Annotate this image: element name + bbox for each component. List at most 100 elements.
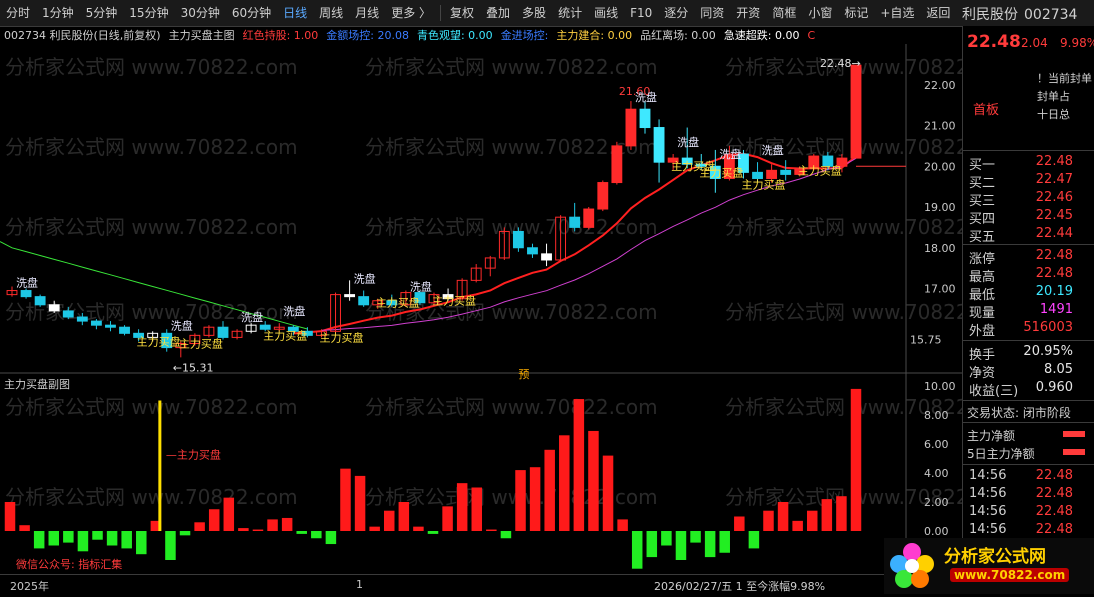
price-tick-label: 20.00: [924, 160, 956, 173]
row-label: 14:56: [969, 468, 1007, 483]
tool-button-13[interactable]: 返回: [920, 0, 956, 26]
sub-bar: [806, 510, 818, 531]
row-value: 22.46: [1035, 190, 1073, 205]
candle-body: [611, 145, 623, 184]
sub-bar: [4, 502, 16, 531]
tool-button-9[interactable]: 简框: [766, 0, 802, 26]
row-label: 买一: [969, 158, 996, 173]
candle-body: [48, 304, 60, 312]
sub-bar: [296, 531, 307, 534]
period-tab-7[interactable]: 周线: [313, 0, 349, 26]
candle: [639, 101, 651, 134]
sub-bar: [281, 517, 293, 531]
tool-button-4[interactable]: 画线: [588, 0, 624, 26]
tool-button-5[interactable]: F10: [624, 0, 658, 26]
period-tab-9[interactable]: 更多 〉: [385, 0, 437, 26]
candle-body: [583, 208, 595, 228]
tool-button-2[interactable]: 多股: [516, 0, 552, 26]
sub-tick-label: 0.00: [924, 525, 949, 538]
sub-bar: [704, 531, 716, 558]
candle-body: [62, 310, 74, 318]
watermark-text: 分析家公式网 www.70822.com: [365, 55, 658, 79]
candle-body: [217, 326, 229, 338]
sub-bar: [719, 531, 730, 553]
site-logo: 分析家公式网 www.70822.com: [884, 538, 1094, 594]
panel-divider: [963, 340, 1094, 341]
candle-body: [850, 64, 862, 159]
tool-button-3[interactable]: 统计: [552, 0, 588, 26]
period-tab-8[interactable]: 月线: [349, 0, 385, 26]
stock-code: 002734: [1024, 7, 1078, 23]
watermark-text: 分析家公式网 www.70822.com: [5, 55, 298, 79]
period-tab-3[interactable]: 15分钟: [123, 0, 174, 26]
sub-bar: [354, 475, 366, 531]
candle: [527, 243, 538, 258]
period-tab-4[interactable]: 30分钟: [175, 0, 226, 26]
sub-bar: [529, 467, 541, 531]
legend-item-1: 金额场控: 20.08: [326, 29, 409, 42]
period-tab-6[interactable]: 日线: [277, 0, 313, 26]
buy-label: 主力买盘: [376, 296, 420, 310]
wash-label: 洗盘: [171, 318, 193, 332]
tool-button-7[interactable]: 同资: [694, 0, 730, 26]
sub-bar: [427, 531, 439, 534]
row-label: 最高: [969, 270, 996, 285]
sub-bar: [661, 531, 672, 546]
row-label: 换手: [969, 348, 996, 363]
watermark-text: 分析家公式网 www.70822.com: [5, 485, 298, 509]
tool-button-12[interactable]: +自选: [874, 0, 920, 26]
sub-bar: [675, 531, 687, 560]
tool-button-11[interactable]: 标记: [838, 0, 874, 26]
legend-item-0: 红色持股: 1.00: [242, 29, 319, 42]
row-label: 买二: [969, 176, 996, 191]
period-tab-1[interactable]: 1分钟: [36, 0, 80, 26]
tool-button-6[interactable]: 逐分: [658, 0, 694, 26]
period-tab-5[interactable]: 60分钟: [226, 0, 277, 26]
watermark-text: 分析家公式网 www.70822.com: [5, 135, 298, 159]
trade-state: 交易状态: 闭市阶段: [967, 406, 1071, 420]
row-value: 22.48: [1035, 468, 1073, 483]
row-label: 买五: [969, 230, 996, 245]
sub-bar: [208, 509, 220, 531]
wash-label: 洗盘: [410, 280, 432, 294]
sub-bar: [63, 531, 74, 543]
year-label: 2025年: [10, 580, 49, 593]
sub-bar: [602, 455, 614, 531]
legend-item-2: 青色观望: 0.00: [416, 29, 493, 42]
sub-bar: [763, 510, 774, 531]
tool-button-1[interactable]: 叠加: [480, 0, 516, 26]
candle-body: [34, 296, 46, 306]
sub-bar: [573, 399, 585, 531]
stat2-row: 收益(三) 0.960: [967, 380, 1091, 399]
tick-row: 14:56 22.48: [967, 468, 1091, 484]
sub-bar: [19, 525, 30, 531]
stock-title: 利民股份 002734: [962, 4, 1077, 24]
logo-url: www.70822.com: [950, 568, 1070, 582]
sub-tick-label: 10.00: [924, 380, 956, 393]
sub-bar: [267, 519, 278, 531]
last-annotation: 22.48→: [820, 57, 861, 70]
tool-button-8[interactable]: 开资: [730, 0, 766, 26]
candle: [583, 207, 595, 230]
low-annotation: ←15.31: [173, 361, 214, 374]
flow-row: 主力净额: [967, 427, 1085, 444]
row-value: 22.48: [1035, 248, 1073, 263]
price-tick-label: 22.00: [924, 79, 956, 92]
flow-row: 5日主力净额: [967, 445, 1085, 462]
legend-indicator[interactable]: 主力买盘主图: [169, 27, 235, 43]
sub-bar: [340, 468, 351, 531]
panel-divider: [963, 244, 1094, 245]
period-tab-2[interactable]: 5分钟: [80, 0, 124, 26]
wash-label: 洗盘: [677, 135, 699, 149]
candle: [597, 180, 609, 212]
tool-button-0[interactable]: 复权: [444, 0, 480, 26]
tool-button-10[interactable]: 小窗: [802, 0, 838, 26]
mid-label: 1: [356, 578, 363, 591]
period-tab-0[interactable]: 分时: [0, 0, 36, 26]
candle-body: [119, 326, 130, 334]
sub-bar: [223, 497, 235, 531]
wash-label: 洗盘: [241, 310, 263, 324]
sub-bar: [106, 531, 118, 546]
kline-chart[interactable]: 分析家公式网 www.70822.com 分析家公式网 www.70822.com…: [0, 44, 962, 592]
sub-bar: [33, 531, 45, 549]
